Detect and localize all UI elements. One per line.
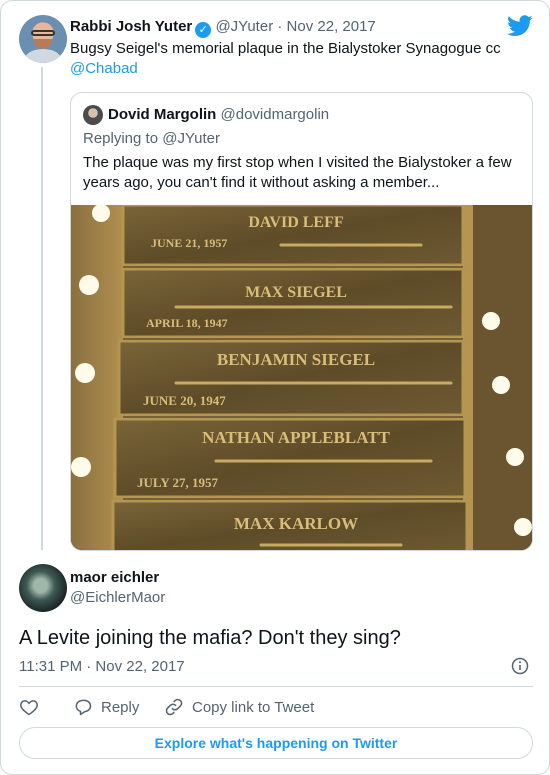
tweet-header: Rabbi Josh Yuter ✓ @JYuter · Nov 22, 2017 [70, 17, 376, 38]
mention-link[interactable]: @Chabad [70, 60, 138, 77]
like-button[interactable] [19, 695, 39, 719]
twitter-bird-icon[interactable] [507, 15, 533, 37]
plaque-3-date: JUNE 20, 1947 [143, 393, 226, 408]
plaque-4-date: JULY 27, 1957 [137, 475, 219, 490]
avatar-shirt [25, 49, 61, 63]
plaque-5-name: MAX KARLOW [234, 514, 358, 533]
reply-text: A Levite joining the mafia? Don't they s… [19, 627, 401, 649]
plaque-1-date: JUNE 21, 1957 [151, 236, 227, 250]
reply-author-avatar[interactable] [19, 564, 67, 612]
light-bulb-8 [514, 518, 532, 536]
author-handle[interactable]: @JYuter [215, 18, 273, 35]
copy-link-button[interactable]: Copy link to Tweet [164, 695, 314, 719]
copy-link-label: Copy link to Tweet [192, 698, 315, 716]
reply-bubble-icon [75, 699, 92, 716]
plaque-1: DAVID LEFF JUNE 21, 1957 [121, 205, 465, 267]
reply-timestamp[interactable]: 11:31 PM · Nov 22, 2017 [19, 657, 185, 677]
quoted-tweet-header: Dovid Margolin @dovidmargolin [108, 105, 329, 125]
tweet-body: Bugsy Seigel's memorial plaque in the Bi… [70, 40, 501, 57]
link-icon [165, 698, 183, 716]
author-avatar[interactable] [19, 15, 67, 63]
quoted-tweet-text: The plaque was my first stop when I visi… [83, 154, 512, 191]
plaque-1-name: DAVID LEFF [248, 214, 344, 231]
actions-divider [19, 686, 533, 687]
light-bulb-3 [75, 363, 95, 383]
plaque-4-name: NATHAN APPLEBLATT [202, 428, 390, 447]
tweet-date[interactable]: Nov 22, 2017 [287, 18, 376, 35]
light-bulb-5 [482, 312, 500, 330]
replying-to-label: Replying to @JYuter [83, 130, 220, 147]
quoted-author-avatar[interactable] [83, 105, 103, 125]
info-icon[interactable] [511, 657, 529, 675]
explore-twitter-button[interactable]: Explore what's happening on Twitter [19, 727, 533, 759]
thread-connector-line [41, 67, 43, 550]
quoted-author-name[interactable]: Dovid Margolin [108, 106, 216, 123]
quoted-tweet[interactable]: Dovid Margolin @dovidmargolin Replying t… [70, 92, 533, 551]
reply-button-label: Reply [101, 698, 140, 716]
quoted-author-handle[interactable]: @dovidmargolin [221, 106, 330, 123]
verified-badge-icon: ✓ [195, 22, 212, 38]
header-separator: · [277, 18, 283, 35]
plaque-2: MAX SIEGEL APRIL 18, 1947 [121, 267, 465, 339]
memorial-plaque-photo[interactable]: DAVID LEFF JUNE 21, 1957 MAX SIEGEL APRI… [71, 205, 533, 551]
author-name[interactable]: Rabbi Josh Yuter [70, 18, 192, 35]
plaque-2-name: MAX SIEGEL [245, 284, 347, 301]
plaque-2-date: APRIL 18, 1947 [146, 316, 228, 330]
reply-author-handle[interactable]: @EichlerMaor [70, 588, 165, 608]
avatar-beard [34, 39, 52, 49]
light-bulb-2 [79, 275, 99, 295]
avatar-glasses [31, 30, 55, 36]
tweet-embed-card: Rabbi Josh Yuter ✓ @JYuter · Nov 22, 2017… [0, 0, 550, 775]
tweet-text: Bugsy Seigel's memorial plaque in the Bi… [70, 39, 530, 79]
light-bulb-7 [506, 448, 524, 466]
heart-icon [20, 700, 38, 716]
light-bulb-4 [71, 457, 91, 477]
reply-button[interactable]: Reply [73, 695, 139, 719]
reply-author-name[interactable]: maor eichler [70, 568, 159, 588]
light-bulb-6 [492, 376, 510, 394]
plaque-4: NATHAN APPLEBLATT JULY 27, 1957 [113, 417, 467, 499]
plaque-3: BENJAMIN SIEGEL JUNE 20, 1947 [117, 339, 465, 417]
plaque-3-name: BENJAMIN SIEGEL [217, 350, 375, 369]
